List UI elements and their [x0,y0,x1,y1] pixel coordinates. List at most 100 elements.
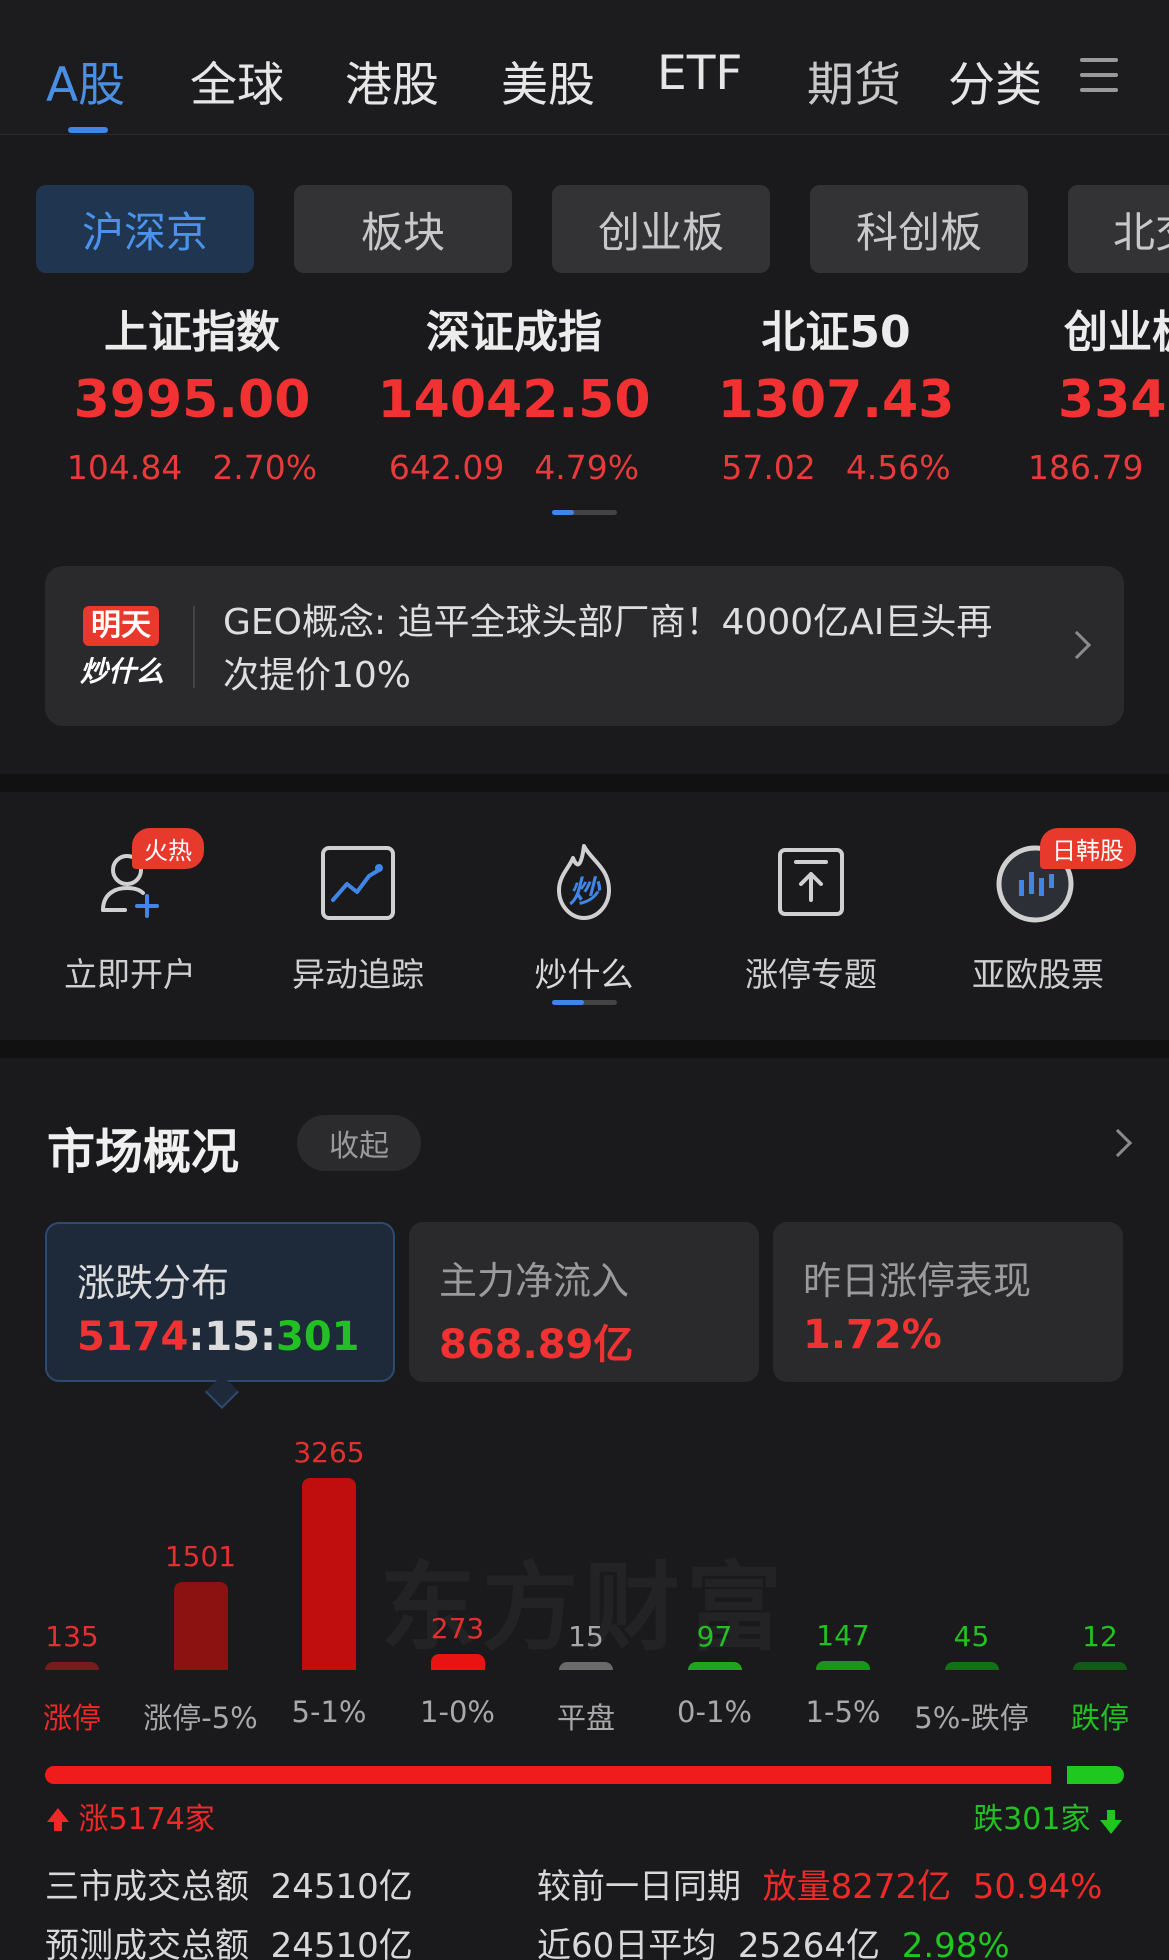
bar-value-label: 97 [696,1620,733,1653]
card-main-net-inflow[interactable]: 主力净流入 868.89亿 [409,1222,759,1382]
index-card-szse[interactable]: 深证成指 14042.50 642.09 4.79% [374,296,654,487]
chip-sectors[interactable]: 板块 [294,185,512,273]
index-card-bse50[interactable]: 北证50 1307.43 57.02 4.56% [696,296,976,487]
bar-category-label: 跌停 [1070,1701,1129,1735]
bar-6 [816,1661,870,1670]
index-name: 北证50 [761,307,911,358]
chip-star-market[interactable]: 科创板 [810,185,1028,273]
bar-value-label: 12 [1082,1620,1118,1653]
bar-8 [1073,1662,1127,1670]
index-name: 深证成指 [426,307,602,358]
tab-us-stocks[interactable]: 美股 [501,46,595,115]
tab-category[interactable]: 分类 [948,46,1042,115]
bar-category-label: 涨停 [42,1701,101,1735]
bar-category-label: 5-1% [291,1695,367,1729]
tab-etf[interactable]: ETF [657,46,742,101]
chevron-right-icon[interactable] [1103,1128,1133,1158]
svg-text:炒: 炒 [569,875,602,910]
collapse-button[interactable]: 收起 [297,1115,421,1171]
arrow-down-icon [1100,1809,1122,1834]
rise-segment [45,1766,1051,1784]
arrow-up-icon [47,1807,69,1831]
flame-icon: 炒 [539,838,629,928]
index-change: 57.02 4.56% [721,448,951,487]
quick-open-account[interactable]: 火热 立即开户 [40,828,220,996]
card-title: 涨跌分布 [77,1261,230,1305]
chip-bse[interactable]: 北交 [1068,185,1169,273]
index-change: 642.09 4.79% [388,448,640,487]
rise-fall-ratio-bar [45,1766,1124,1784]
index-card-chinext[interactable]: 创业板 3347 186.79 [1028,296,1169,487]
bar-1 [173,1582,228,1670]
index-price: 14042.50 [377,370,651,430]
fall-count: 跌301家 [973,1794,1122,1838]
stat-predicted-turnover: 预测成交总额 24510亿 [45,1926,413,1960]
quick-asia-europe-stocks[interactable]: 日韩股 亚欧股票 [948,828,1136,996]
bar-category-label: 平盘 [556,1701,615,1735]
bar-value-label: 147 [816,1619,870,1652]
card-title: 昨日涨停表现 [803,1259,1032,1303]
quick-label: 亚欧股票 [972,955,1104,994]
index-change: 186.79 [1028,448,1144,487]
index-name: 上证指数 [104,307,280,358]
quick-label: 炒什么 [534,955,634,994]
index-price: 3995.00 [73,370,311,430]
bar-value-label: 45 [953,1620,990,1653]
rise-count: 涨5174家 [47,1794,215,1838]
quick-chaoshenme[interactable]: 炒 炒什么 [494,838,674,1005]
market-tab-bar: A股 全球 港股 美股 ETF 期货 分类 [0,0,1169,135]
bar-7 [944,1662,999,1670]
chip-hushenjing[interactable]: 沪深京 [36,185,254,273]
index-name: 创业板 [1064,307,1169,358]
trend-chart-icon [313,838,403,928]
bar-value-label: 273 [430,1612,485,1645]
chip-chinext[interactable]: 创业板 [552,185,770,273]
market-overview-title: 市场概况 [47,1124,240,1180]
banner-divider [193,606,195,688]
bar-category-label: 5%-跌停 [914,1701,1029,1735]
japan-korea-badge: 日韩股 [1040,828,1136,869]
menu-icon[interactable] [1080,58,1118,92]
news-banner[interactable]: 明天 炒什么 GEO概念: 追平全球头部厂商！4000亿AI巨头再次提价10% [45,566,1124,726]
card-title: 主力净流入 [439,1259,630,1303]
active-tab-indicator [68,127,108,133]
tab-a-shares[interactable]: A股 [46,46,125,115]
bar-category-label: 0-1% [677,1695,752,1729]
card-rise-fall-distribution[interactable]: 涨跌分布 5174:15:301 [45,1222,395,1382]
bar-3 [430,1654,485,1670]
quick-anomaly-tracking[interactable]: 异动追踪 [268,838,448,996]
index-price: 3347 [1058,370,1169,430]
quick-label: 立即开户 [64,955,196,994]
bar-category-label: 涨停-5% [143,1701,258,1735]
quick-label: 涨停专题 [745,955,877,994]
chaoshenme-logo: 明天 炒什么 [79,606,164,688]
quick-pager [552,1000,617,1005]
section-separator [0,774,1169,792]
upload-box-icon [766,838,856,928]
chevron-right-icon [1062,630,1092,660]
bar-5 [687,1662,742,1670]
card-value: 1.72% [803,1312,942,1358]
section-separator [0,1040,1169,1058]
bar-4 [559,1662,613,1670]
bar-2 [302,1478,356,1670]
card-yesterday-limit-up[interactable]: 昨日涨停表现 1.72% [773,1222,1123,1382]
card-value: 868.89亿 [439,1322,634,1368]
bar-category-label: 1-5% [805,1695,881,1729]
stat-vs-previous-day: 较前一日同期 放量8272亿 50.94% [537,1867,1103,1907]
rise-fall-ratio: 5174:15:301 [77,1314,360,1360]
tab-global[interactable]: 全球 [190,46,284,115]
banner-headline: GEO概念: 追平全球头部厂商！4000亿AI巨头再次提价10% [223,602,993,696]
index-pager [552,510,617,515]
index-price: 1307.43 [717,370,955,430]
index-card-sse[interactable]: 上证指数 3995.00 104.84 2.70% [52,296,332,487]
tab-futures[interactable]: 期货 [807,46,901,115]
hot-badge: 火热 [132,828,204,869]
stat-60day-average: 近60日平均 25264亿 2.98% [537,1926,1010,1960]
bar-0 [45,1662,99,1670]
bar-value-label: 1501 [164,1540,237,1573]
tab-hk-stocks[interactable]: 港股 [345,46,439,115]
bar-value-label: 135 [45,1620,99,1653]
quick-limit-up-topic[interactable]: 涨停专题 [721,838,901,996]
bar-value-label: 15 [568,1620,604,1653]
